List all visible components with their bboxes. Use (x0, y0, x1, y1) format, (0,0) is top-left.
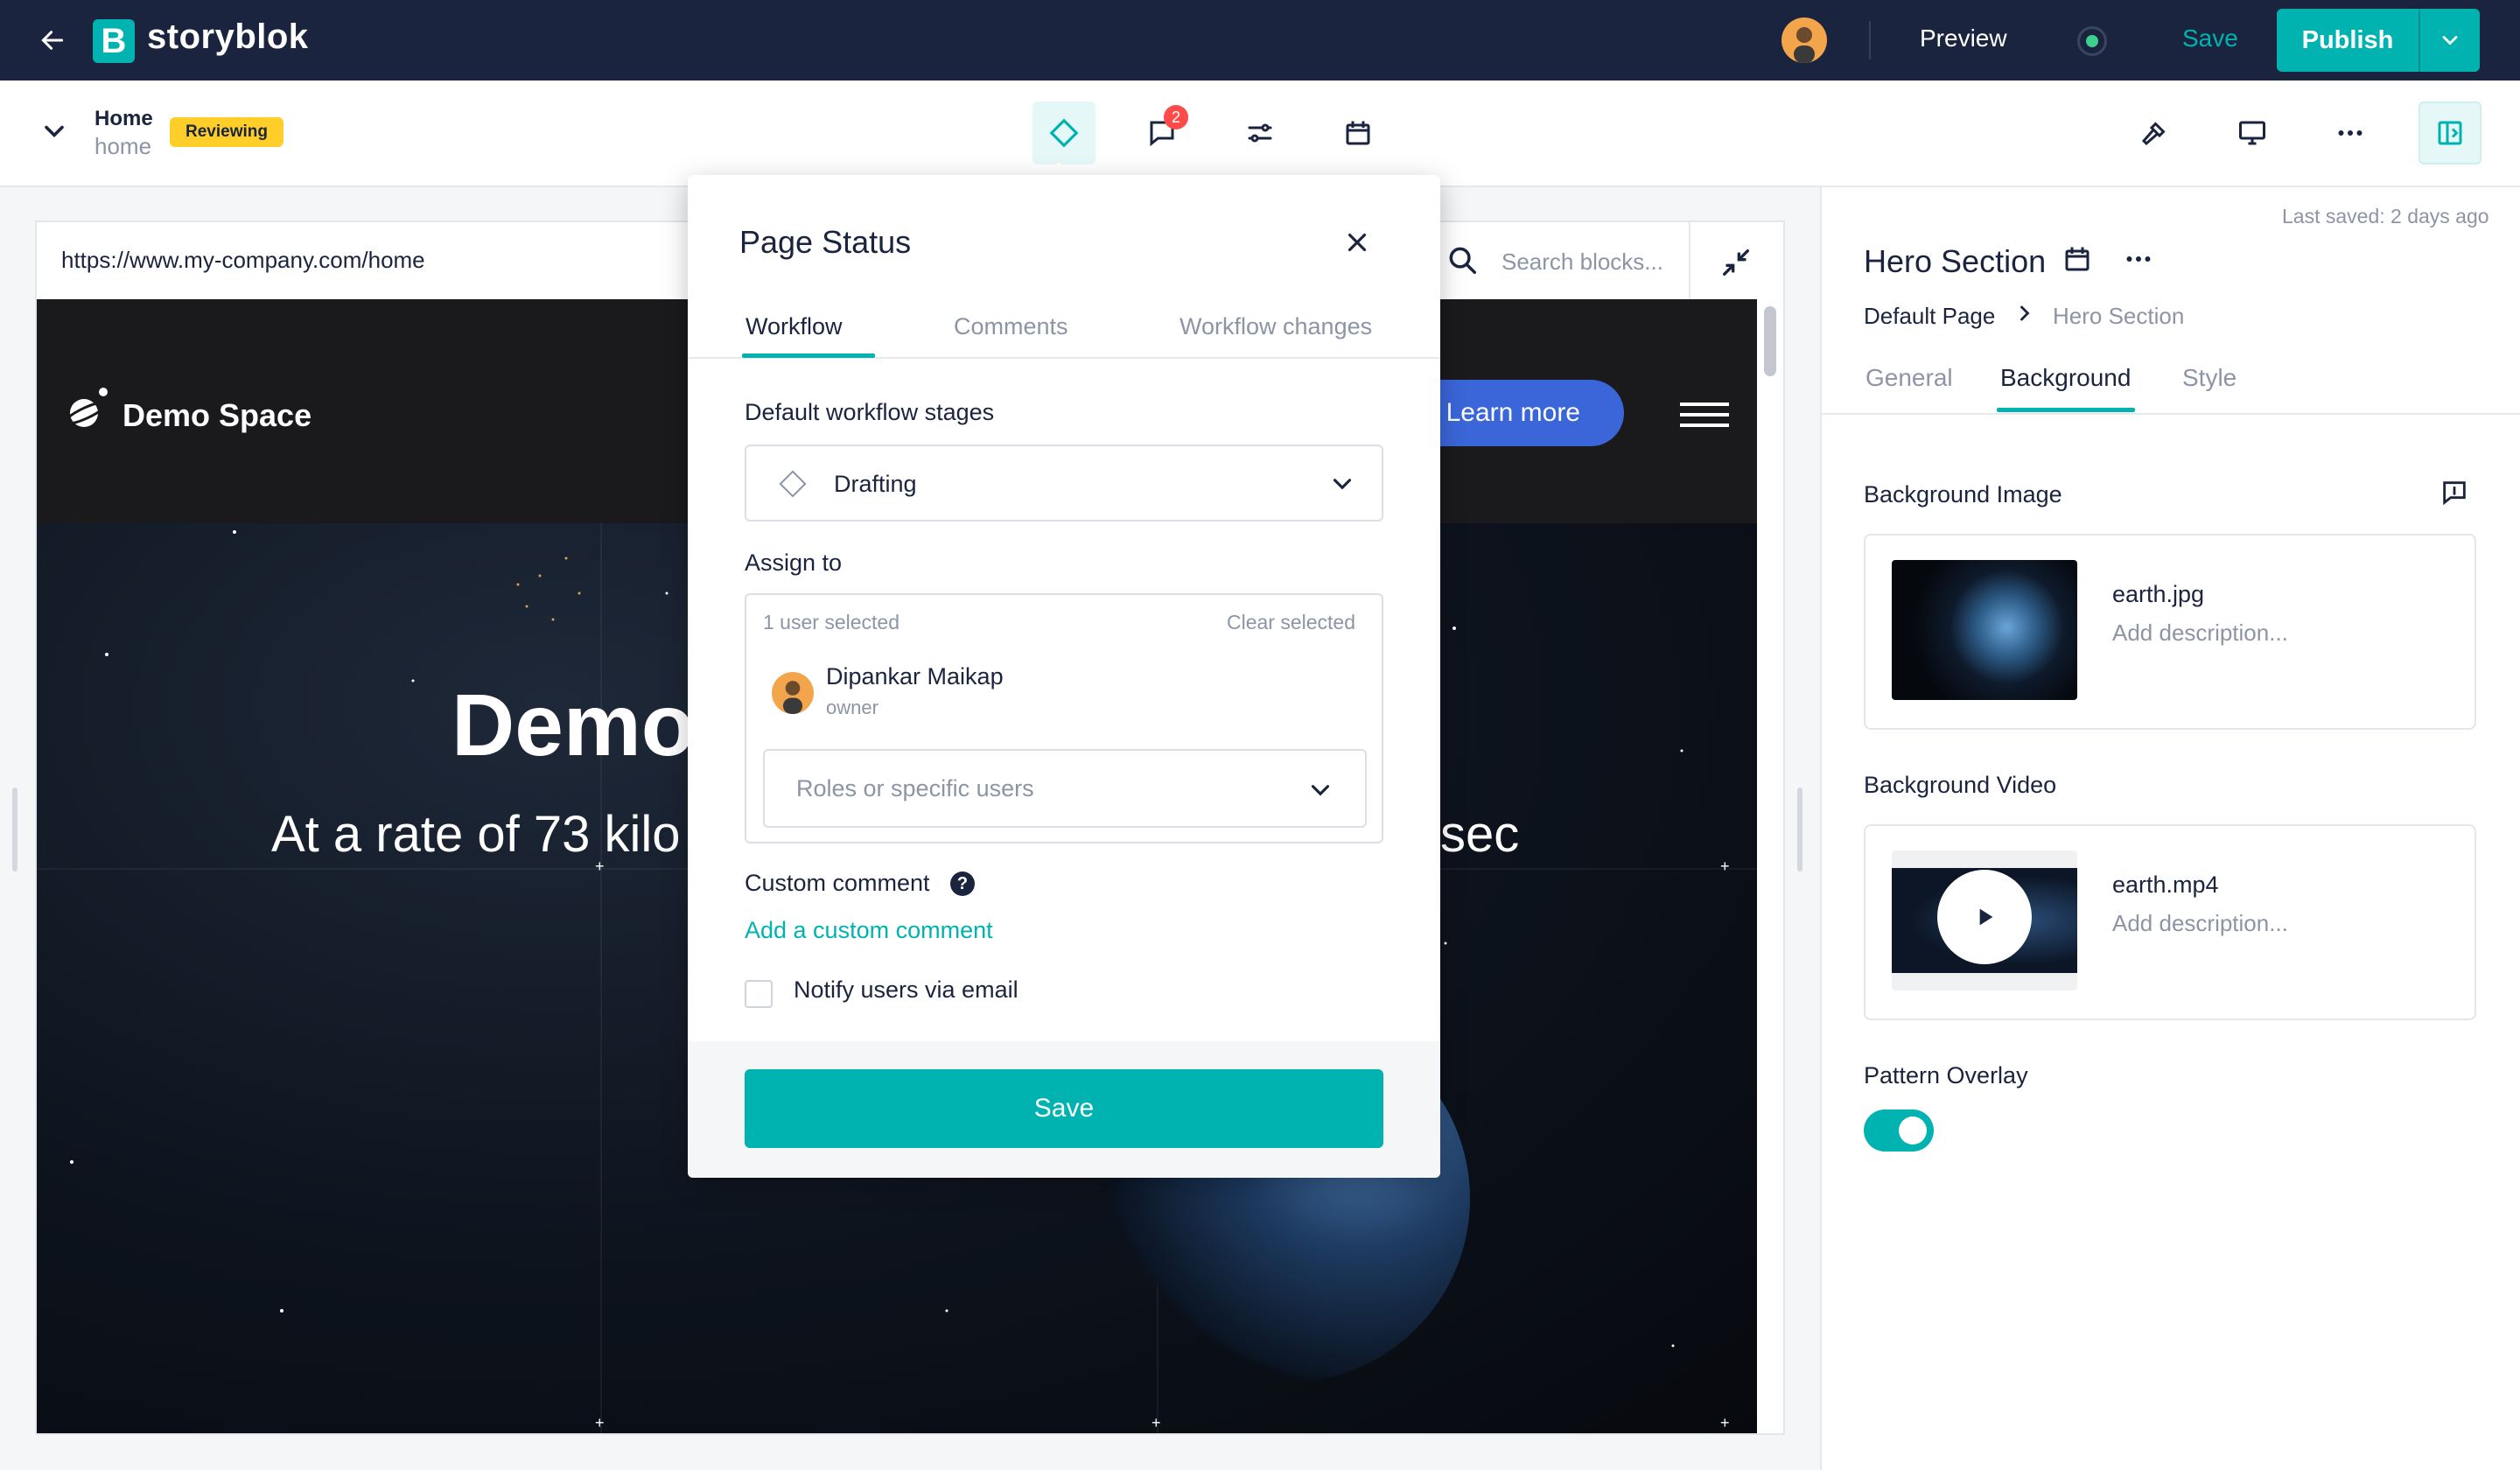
resize-handle[interactable] (1797, 788, 1802, 872)
workflow-diamond-icon[interactable] (1032, 102, 1096, 164)
search-blocks-input[interactable]: Search blocks... (1502, 248, 1663, 276)
user-role: owner (826, 696, 878, 718)
app-name: storyblok (147, 18, 309, 56)
roles-placeholder: Roles or specific users (796, 775, 1034, 802)
chevron-right-icon (2012, 301, 2037, 326)
divider (1869, 21, 1871, 60)
back-arrow-icon[interactable] (32, 19, 74, 61)
hero-subtitle-end: sec (1440, 806, 1520, 863)
tab-workflow[interactable]: Workflow (746, 313, 843, 340)
save-button[interactable]: Save (2182, 24, 2238, 52)
avatar[interactable] (1782, 18, 1827, 63)
avatar (772, 672, 814, 714)
block-title: Hero Section (1864, 243, 2047, 279)
monitor-icon[interactable] (2221, 102, 2284, 164)
modal-title: Page Status (739, 224, 912, 260)
storyblok-logo-icon: B (93, 19, 135, 63)
scrollbar-thumb[interactable] (1764, 306, 1776, 376)
menu-icon[interactable] (1678, 399, 1731, 430)
tab-workflow-changes[interactable]: Workflow changes (1180, 313, 1372, 340)
status-dot-icon[interactable] (2077, 26, 2107, 56)
more-icon[interactable] (2319, 102, 2382, 164)
guide-plus-icon: + (1720, 1414, 1730, 1432)
field-label: Background Video (1864, 772, 2057, 798)
selected-count: 1 user selected (763, 611, 900, 634)
tab-background[interactable]: Background (2000, 364, 2131, 392)
scrollbar[interactable] (1757, 299, 1783, 1433)
story-title: Home (94, 107, 153, 130)
hero-heading: Demo (452, 676, 695, 774)
status-badge: Reviewing (170, 117, 284, 147)
field-label: Background Image (1864, 481, 2062, 508)
tab-comments[interactable]: Comments (954, 313, 1068, 340)
diamond-stage-icon (779, 470, 807, 498)
field-label: Custom comment (745, 870, 930, 896)
planet-logo-icon (63, 385, 112, 434)
field-label: Pattern Overlay (1864, 1062, 2028, 1088)
chevron-down-icon[interactable] (38, 116, 70, 147)
image-thumbnail (1892, 560, 2077, 700)
active-tab-indicator (742, 354, 875, 358)
notify-email-checkbox[interactable] (745, 980, 773, 1008)
hero-subtitle: At a rate of 73 kilo (271, 806, 681, 863)
calendar-icon[interactable] (1326, 102, 1390, 164)
calendar-icon[interactable] (2062, 243, 2093, 275)
chevron-down-icon (1306, 775, 1335, 805)
more-icon[interactable] (2121, 243, 2156, 275)
settings-sliders-icon[interactable] (1228, 102, 1292, 164)
top-bar (0, 0, 2520, 80)
notify-email-label[interactable]: Notify users via email (794, 976, 1018, 1004)
last-saved-text: Last saved: 2 days ago (2282, 205, 2489, 228)
play-icon[interactable] (1937, 870, 2032, 964)
tab-general[interactable]: General (1866, 364, 1953, 392)
sidebar-toggle-icon[interactable] (2418, 102, 2482, 164)
guide-plus-icon: + (595, 1414, 605, 1432)
breadcrumb-item-current: Hero Section (2053, 303, 2185, 329)
clear-selected-link[interactable]: Clear selected (1227, 611, 1355, 634)
pattern-overlay-toggle[interactable] (1864, 1110, 1934, 1152)
chevron-down-icon[interactable] (2420, 9, 2480, 72)
workflow-stage-select[interactable]: Drafting (745, 444, 1383, 522)
asset-description-input[interactable]: Add description... (2112, 620, 2288, 647)
preview-url: https://www.my-company.com/home (61, 247, 425, 273)
stage-value: Drafting (834, 471, 917, 497)
site-name: Demo Space (122, 397, 312, 433)
tab-style[interactable]: Style (2182, 364, 2236, 392)
preview-button[interactable]: Preview (1920, 24, 2007, 52)
field-comment-icon[interactable] (2440, 478, 2469, 508)
video-thumbnail (1892, 850, 2077, 990)
guide-plus-icon: + (1720, 858, 1730, 875)
active-tab-indicator (1997, 408, 2135, 412)
roles-users-select[interactable]: Roles or specific users (763, 749, 1367, 828)
asset-description-input[interactable]: Add description... (2112, 910, 2288, 937)
asset-filename: earth.jpg (2112, 581, 2205, 607)
toggle-knob (1899, 1116, 1927, 1144)
collapse-icon[interactable] (1718, 245, 1754, 280)
resize-handle[interactable] (12, 788, 18, 872)
modal-save-button[interactable]: Save (745, 1069, 1383, 1148)
story-slug: home (94, 133, 152, 159)
divider (1689, 222, 1690, 299)
guide-plus-icon: + (1152, 1414, 1161, 1432)
user-name: Dipankar Maikap (826, 663, 1004, 690)
help-icon[interactable]: ? (950, 872, 975, 896)
search-icon[interactable] (1446, 243, 1479, 276)
notification-badge: 2 (1164, 105, 1188, 130)
tabs-divider (1822, 413, 2520, 415)
chevron-down-icon (1327, 469, 1357, 499)
field-label: Assign to (745, 550, 843, 576)
add-custom-comment-link[interactable]: Add a custom comment (745, 917, 993, 944)
close-icon[interactable] (1342, 228, 1372, 257)
asset-filename: earth.mp4 (2112, 872, 2219, 898)
hammer-icon[interactable] (2123, 102, 2186, 164)
breadcrumb-item[interactable]: Default Page (1864, 303, 1995, 330)
field-label: Default workflow stages (745, 399, 995, 425)
publish-button[interactable]: Publish (2277, 9, 2418, 72)
publish-button-group: Publish (2277, 9, 2480, 72)
